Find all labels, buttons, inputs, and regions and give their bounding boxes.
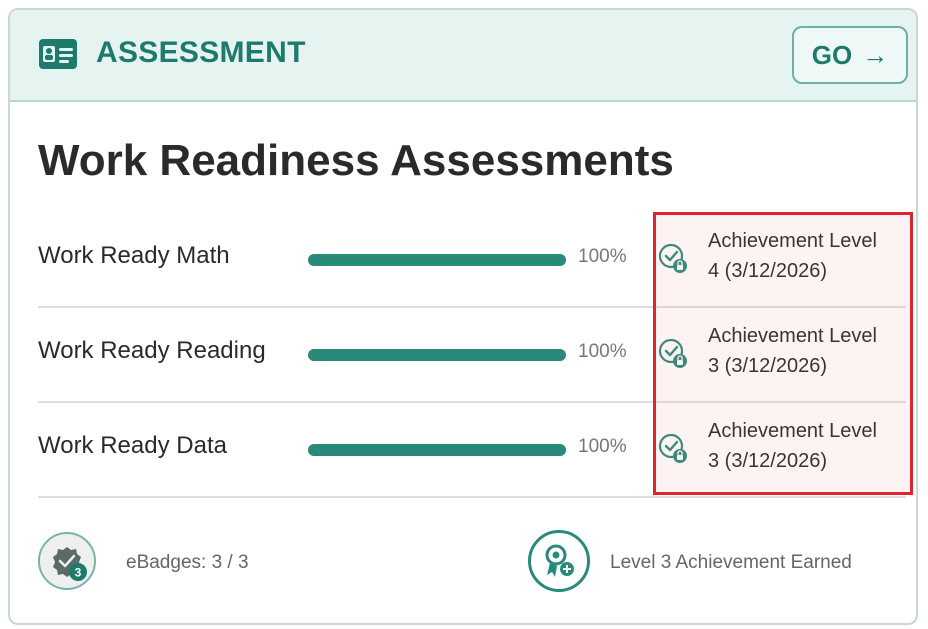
go-button[interactable]: GO → [792, 26, 908, 84]
achievement-check-lock-icon [658, 338, 687, 368]
achievement-line-2: 3 (3/12/2026) [708, 450, 827, 472]
assessment-row: Work Ready Data 100% Achievement Level 3… [38, 402, 906, 496]
achievement-line-2: 3 (3/12/2026) [708, 355, 827, 377]
progress-bar [308, 349, 566, 361]
progress-percent: 100% [578, 436, 627, 457]
badge-count: 3 [75, 566, 82, 580]
go-label: GO [811, 39, 853, 70]
achievement-line-1: Achievement Level [708, 420, 877, 442]
achievement-line-1: Achievement Level [708, 230, 877, 252]
progress-bar [308, 254, 566, 266]
progress-fill [308, 349, 566, 361]
assessment-name: Work Ready Data [38, 432, 227, 459]
progress-bar [308, 444, 566, 456]
achievement-check-lock-icon [658, 433, 687, 463]
progress-percent: 100% [578, 341, 627, 362]
achievement-line-2: 4 (3/12/2026) [708, 260, 827, 282]
award-person-icon [545, 544, 574, 577]
assessment-row: Work Ready Math 100% Achievement Level 4… [38, 212, 906, 306]
progress-percent: 100% [578, 246, 627, 267]
section-title: ASSESSMENT [96, 36, 306, 69]
assessment-row: Work Ready Reading 100% Achievement Leve… [38, 307, 906, 401]
level-achievement-label: Level 3 Achievement Earned [610, 552, 852, 573]
ebadges-label: eBadges: 3 / 3 [126, 552, 249, 573]
assessment-name: Work Ready Reading [38, 337, 266, 364]
badge-seal-icon: 3 [53, 547, 87, 581]
assessment-card: ASSESSMENT GO → Work Readiness Assessmen… [8, 8, 918, 625]
achievement-check-lock-icon [658, 243, 687, 273]
achievement-line-1: Achievement Level [708, 325, 877, 347]
achievement-level: Achievement Level 4 (3/12/2026) [708, 226, 908, 286]
level-achievement-icon[interactable] [528, 530, 590, 592]
card-header: ASSESSMENT GO → [10, 10, 916, 102]
achievement-level: Achievement Level 3 (3/12/2026) [708, 416, 908, 476]
achievement-level: Achievement Level 3 (3/12/2026) [708, 321, 908, 381]
progress-fill [308, 254, 566, 266]
assessment-name: Work Ready Math [38, 242, 230, 269]
ebadge-icon[interactable]: 3 [38, 532, 96, 590]
page-title: Work Readiness Assessments [38, 136, 674, 185]
progress-fill [308, 444, 566, 456]
arrow-right-icon: → [862, 39, 889, 70]
row-divider [38, 496, 906, 498]
id-card-icon [39, 39, 77, 69]
